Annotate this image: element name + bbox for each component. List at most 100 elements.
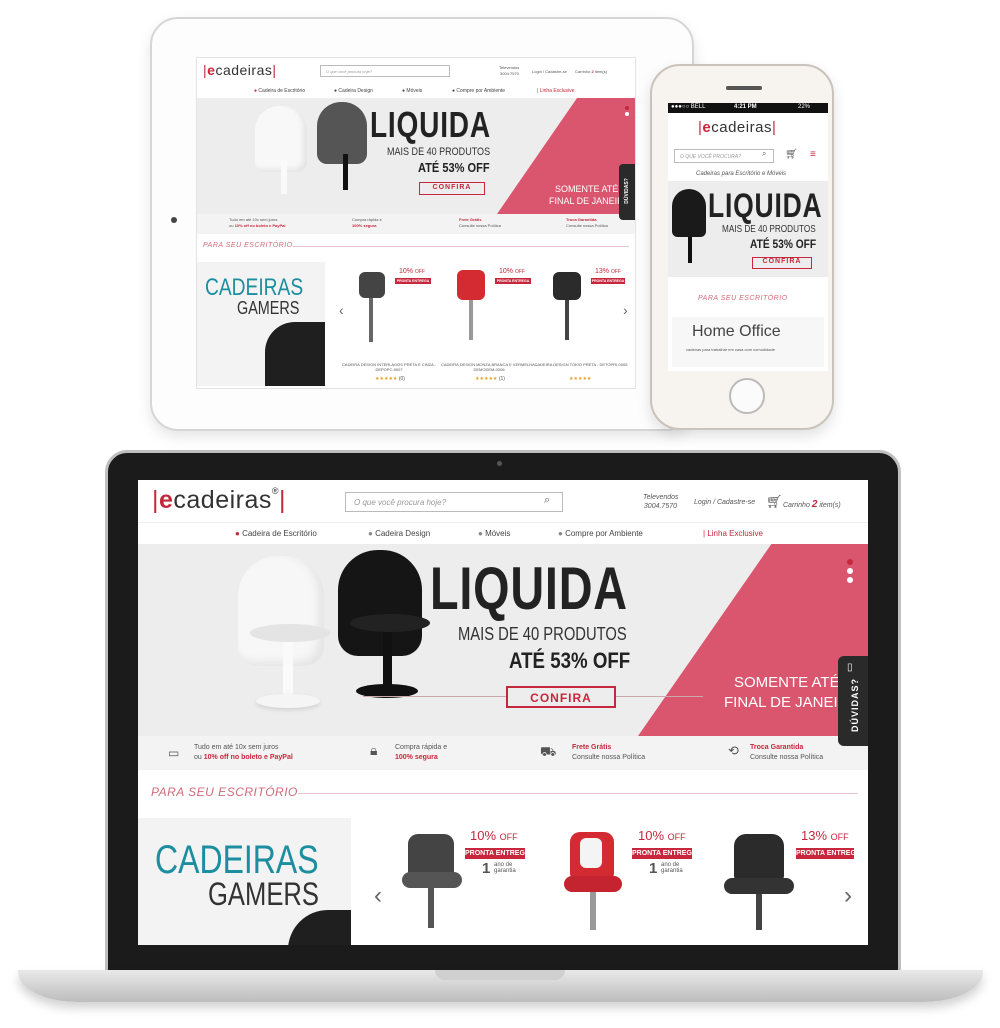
rating-stars: ★★★★★ [569, 376, 592, 382]
warranty-label: ano de garantia [661, 862, 683, 874]
cart-summary[interactable]: Carrinho 2 item(s) [575, 69, 607, 74]
nav-moveis[interactable]: ● Móveis [478, 529, 510, 538]
product-discount: 10% OFF [470, 828, 518, 843]
banner-subtitle: MAIS DE 40 PRODUTOS [458, 624, 627, 644]
nav-cadeira-design[interactable]: ● Cadeira Design [334, 88, 373, 94]
site-logo[interactable]: |ecadeiras| [203, 62, 277, 78]
nav-cadeira-design[interactable]: ● Cadeira Design [368, 529, 430, 538]
home-office-banner[interactable]: Home Office cadeiras para trabalhar em c… [672, 317, 824, 367]
gamers-title-2: GAMERS [208, 876, 319, 912]
hero-banner[interactable]: LIQUIDA MAIS DE 40 PRODUTOS ATÉ 53% OFF … [138, 544, 868, 736]
warranty-years: 1 [649, 860, 658, 877]
feature-payment-2: ou 10% off no boleto e PayPal [194, 754, 293, 761]
feature-exchange-1: Troca Garantida [566, 217, 597, 222]
product-chair-leg [590, 892, 596, 930]
pronta-entrega-tag: PRONTA ENTREGA [796, 848, 861, 859]
nav-moveis[interactable]: ● Móveis [402, 88, 422, 94]
search-icon[interactable]: ⌕ [544, 494, 550, 507]
cart-summary[interactable]: Carrinho 2 item(s) [783, 499, 841, 510]
banner-offer: ATÉ 53% OFF [750, 237, 817, 251]
hero-banner[interactable]: LIQUIDA MAIS DE 40 PRODUTOS ATÉ 53% OFF … [197, 98, 635, 214]
slider-dot-2[interactable] [847, 568, 853, 574]
nav-linha-exclusive[interactable]: | Linha Exclusive [703, 529, 763, 538]
site-logo[interactable]: |ecadeiras®| [152, 486, 286, 515]
rating-stars: ★★★★★ (1) [475, 376, 505, 382]
phone-number: 3004.7570 [643, 503, 677, 510]
product-name[interactable]: CADEIRA DESIGN INTERLAGOS PRETA E CINZA … [339, 362, 439, 372]
product-card[interactable]: 10% OFF PRONTA ENTREGA CADEIRA DESIGN IN… [342, 264, 436, 386]
feature-payment-1: Tudo em até 10x sem juros [229, 217, 278, 222]
product-name[interactable]: CADEIRA DESIGN MONZA BRANCA E VERMELHA -… [439, 362, 539, 372]
section-title: PARA SEU ESCRITÓRIO [203, 242, 293, 249]
banner-title: LIQUIDA [370, 104, 491, 145]
product-card[interactable]: 13% OFF PRONTA ENTREGA [718, 820, 861, 945]
cart-icon[interactable]: 🛒︎ [766, 494, 783, 510]
product-chair-image [359, 272, 385, 298]
hero-banner[interactable]: LIQUIDA MAIS DE 40 PRODUTOS ATÉ 53% OFF … [668, 181, 828, 277]
search-input[interactable]: O que você procura hoje? [320, 65, 450, 77]
banner-note-2: FINAL DE JANEI [724, 694, 838, 711]
product-name[interactable]: CADEIRA DESIGN TOKIO PRETA - DETOPRI-000… [531, 362, 631, 367]
slider-dot-1[interactable] [847, 559, 853, 565]
gamer-chair-image [288, 910, 351, 945]
duvidas-tab[interactable]: ▯ DÚVIDAS? [838, 656, 868, 746]
slider-dot-3[interactable] [847, 577, 853, 583]
laptop-notch [435, 970, 565, 980]
login-link[interactable]: Login / Cadastre-se [694, 499, 755, 506]
product-chair-seat [564, 876, 622, 892]
slider-dot-2[interactable] [625, 112, 629, 116]
black-chair-leg [343, 154, 348, 190]
black-chair-image [317, 102, 367, 164]
slider-dot-1[interactable] [625, 106, 629, 110]
duvidas-tab[interactable]: DÚVIDAS? [619, 164, 635, 220]
nav-compre-por-ambiente[interactable]: ● Compre por Ambiente [558, 529, 643, 538]
product-card[interactable]: 13% OFF PRONTA ENTREGA CADEIRA DESIGN TO… [535, 264, 628, 386]
site-logo[interactable]: |ecadeiras| [698, 119, 776, 136]
confira-button[interactable]: CONFIRA [752, 257, 812, 269]
search-input[interactable]: O que você procura hoje? [345, 492, 563, 512]
black-chair-seat [350, 614, 430, 632]
nav-cadeira-escritorio[interactable]: ● Cadeira de Escritório [254, 88, 305, 94]
confira-button[interactable]: CONFIRA [419, 182, 485, 195]
product-card[interactable]: 10% OFF PRONTA ENTREGA CADEIRA DESIGN MO… [441, 264, 537, 386]
black-chair-leg [383, 632, 392, 690]
gamers-banner[interactable]: CADEIRAS GAMERS [138, 818, 351, 945]
product-chair-leg [469, 300, 473, 340]
product-discount: 13% OFF [801, 828, 849, 843]
white-chair-seat [250, 624, 330, 642]
feature-exchange-2: Consulte nossa Política [566, 223, 608, 228]
card-icon: ▭ [168, 746, 180, 760]
product-card[interactable]: 10% OFF PRONTA ENTREGA 1 ano de garantia [398, 820, 533, 945]
phone-speaker [726, 86, 762, 90]
feature-exchange-2: Consulte nossa Política [750, 754, 824, 761]
carousel-prev-arrow[interactable]: ‹ [339, 302, 344, 318]
confira-button[interactable]: CONFIRA [506, 686, 616, 708]
search-icon[interactable]: ⌕ [762, 149, 766, 159]
product-chair-image [734, 834, 784, 880]
duvidas-label: DÚVIDAS? [850, 678, 860, 733]
black-chair-image [672, 189, 706, 237]
black-chair-leg [688, 237, 692, 263]
product-discount: 10% OFF [499, 268, 525, 275]
menu-icon[interactable]: ≡ [810, 149, 816, 160]
nav-cadeira-escritorio[interactable]: ● Cadeira de Escritório [235, 529, 317, 538]
nav-compre-por-ambiente[interactable]: ● Compre por Ambiente [452, 88, 505, 94]
carousel-prev-arrow[interactable]: ‹ [374, 882, 382, 910]
login-link[interactable]: Login / Cadastre-se [532, 69, 567, 74]
black-chair-image [338, 550, 422, 656]
banner-title: LIQUIDA [430, 555, 628, 622]
pronta-entrega-tag: PRONTA ENTREGA [632, 848, 697, 859]
search-input[interactable]: O QUE VOCÊ PROCURA? [674, 149, 774, 163]
product-card[interactable]: 10% OFF PRONTA ENTREGA 1 ano de garantia [558, 820, 697, 945]
feature-secure-1: Compra rápida e [395, 744, 448, 751]
phone-home-button [729, 378, 765, 414]
cart-icon[interactable]: 🛒︎ [785, 149, 798, 160]
feature-payment-1: Tudo em até 10x sem juros [194, 744, 279, 751]
phone-label: Televendos [643, 494, 679, 501]
product-chair-seat [402, 872, 462, 888]
product-chair-leg [565, 300, 569, 340]
nav-linha-exclusive[interactable]: | Linha Exclusive [537, 88, 574, 94]
warranty-years: 1 [482, 860, 491, 877]
gamers-banner[interactable]: CADEIRAS GAMERS [197, 262, 325, 386]
pronta-entrega-tag: PRONTA ENTREGA [395, 278, 431, 284]
